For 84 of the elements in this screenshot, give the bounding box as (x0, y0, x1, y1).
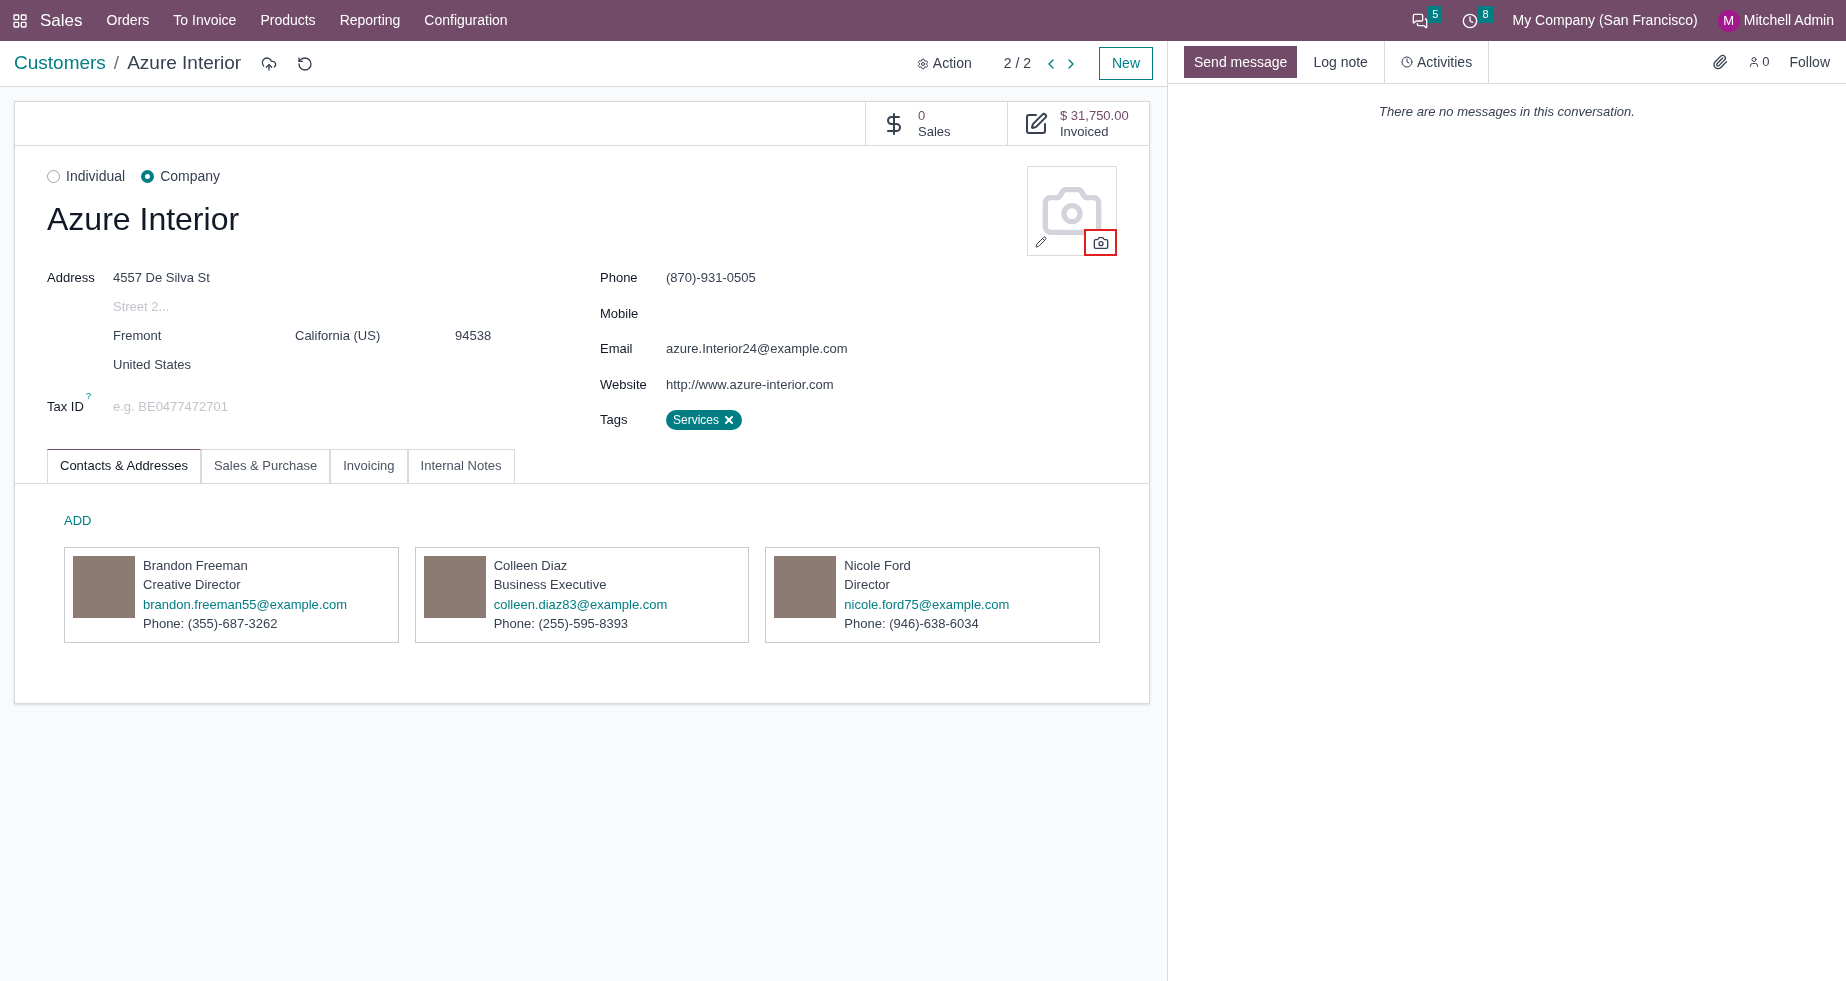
count-badge: 8 (1478, 6, 1493, 23)
field-label: Tax ID (47, 398, 84, 417)
clock-icon[interactable] (1462, 12, 1479, 29)
remove-icon[interactable] (723, 413, 735, 426)
field-label: Address (47, 269, 96, 287)
photo-placeholder (423, 555, 486, 618)
contact-card[interactable]: Brandon Freeman Creative Director brandon.freeman55@example.com Phone: (355)-687-3262 (64, 546, 399, 643)
user-avatar[interactable]: M (1717, 9, 1740, 32)
image-field[interactable] (1027, 166, 1117, 256)
follow-button[interactable]: Follow (1789, 51, 1830, 73)
gear-icon (916, 57, 929, 70)
photo-placeholder (774, 555, 837, 618)
pencil-square-icon (1024, 111, 1048, 136)
form-tab[interactable]: Contacts & Addresses (47, 448, 201, 483)
field-label: Website (600, 375, 648, 394)
action-button[interactable]: Action (916, 53, 972, 74)
edit-icon[interactable] (1035, 236, 1047, 248)
partner-name[interactable]: Azure Interior (47, 195, 1027, 243)
menu-item[interactable]: Reporting (339, 10, 401, 31)
contact-email[interactable]: colleen.diaz83@example.com (493, 594, 668, 614)
company-switcher[interactable]: My Company (San Francisco) (1512, 10, 1698, 31)
save-icon[interactable] (261, 55, 278, 72)
field-label: Mobile (600, 304, 640, 323)
send-message-button[interactable]: Send message (1184, 46, 1298, 78)
breadcrumb-separator: / (113, 51, 120, 76)
field-label: Tags (600, 411, 629, 429)
contact-job: Business Executive (493, 576, 608, 594)
menu-item[interactable]: Products (260, 10, 316, 31)
contact-job: Director (844, 576, 891, 594)
radio-option[interactable]: Individual (47, 166, 126, 187)
breadcrumb-link[interactable]: Customers (14, 49, 106, 78)
field-value[interactable]: (870)-931-0505 (666, 268, 848, 288)
record-title: Azure Interior (127, 51, 242, 76)
apps-menu-icon[interactable] (12, 12, 28, 29)
stat-button[interactable]: 0 Sales (865, 102, 1007, 145)
zip-field[interactable]: 94538 (455, 325, 492, 345)
contact-name: Nicole Ford (844, 556, 912, 575)
followers-button[interactable]: 0 (1748, 52, 1770, 72)
menu-item[interactable]: To Invoice (173, 10, 237, 31)
add-link[interactable]: ADD (64, 512, 92, 528)
form-tab[interactable]: Invoicing (330, 448, 408, 483)
contact-email[interactable]: nicole.ford75@example.com (844, 594, 1010, 614)
activities-button[interactable]: Activities (1384, 40, 1490, 84)
contact-phone: Phone: (255)-595-8393 (493, 615, 630, 633)
count-badge: 5 (1428, 6, 1443, 23)
field-label: Phone (600, 269, 639, 287)
camera-icon (1092, 234, 1109, 251)
contact-phone: Phone: (946)-638-6034 (844, 615, 980, 633)
clock-icon (1400, 56, 1413, 68)
contact-card[interactable]: Nicole Ford Director nicole.ford75@example.com Phone: (946)-638-6034 (765, 546, 1100, 643)
log-note-button[interactable]: Log note (1297, 40, 1385, 84)
country-field[interactable]: United States (113, 355, 600, 375)
field-label: Email (600, 340, 634, 358)
upload-camera-button[interactable] (1084, 229, 1117, 256)
photo-placeholder (73, 555, 135, 618)
tag[interactable]: Services (666, 410, 742, 430)
paperclip-icon[interactable] (1712, 54, 1729, 70)
street-field[interactable]: 4557 De Silva St (113, 268, 600, 288)
messages-icon[interactable] (1412, 12, 1429, 29)
state-field[interactable]: California (US) (295, 325, 455, 345)
empty-message: There are no messages in this conversation. (1379, 103, 1635, 121)
contact-email[interactable]: brandon.freeman55@example.com (143, 594, 347, 614)
menu-item[interactable]: Orders (106, 10, 150, 31)
radio-option[interactable]: Company (141, 166, 221, 187)
stat-button[interactable]: $ 31,750.00 Invoiced (1007, 102, 1149, 145)
contact-phone: Phone: (355)-687-3262 (143, 615, 279, 633)
field-value[interactable]: azure.Interior24@example.com (666, 339, 848, 359)
menu-item[interactable]: Configuration (424, 10, 508, 31)
person-icon (1748, 56, 1761, 68)
contact-card[interactable]: Colleen Diaz Business Executive colleen.diaz83@example.com Phone: (255)-595-8393 (414, 546, 750, 643)
contact-job: Creative Director (143, 576, 242, 594)
contact-name: Colleen Diaz (493, 556, 569, 575)
tax-id-field[interactable]: e.g. BE0477472701 (113, 397, 600, 416)
new-button[interactable]: New (1099, 47, 1153, 80)
user-menu[interactable]: Mitchell Admin (1743, 10, 1834, 31)
contact-name: Brandon Freeman (143, 556, 249, 575)
street2-field[interactable]: Street 2... (113, 297, 600, 316)
discard-icon[interactable] (297, 55, 314, 72)
form-tab[interactable]: Sales & Purchase (200, 448, 331, 483)
city-field[interactable]: Fremont (113, 325, 295, 345)
app-name[interactable]: Sales (40, 7, 83, 34)
pager-value: 2 / 2 (1003, 54, 1031, 73)
form-tab[interactable]: Internal Notes (407, 448, 515, 483)
field-value[interactable]: http://www.azure-interior.com (666, 374, 848, 394)
